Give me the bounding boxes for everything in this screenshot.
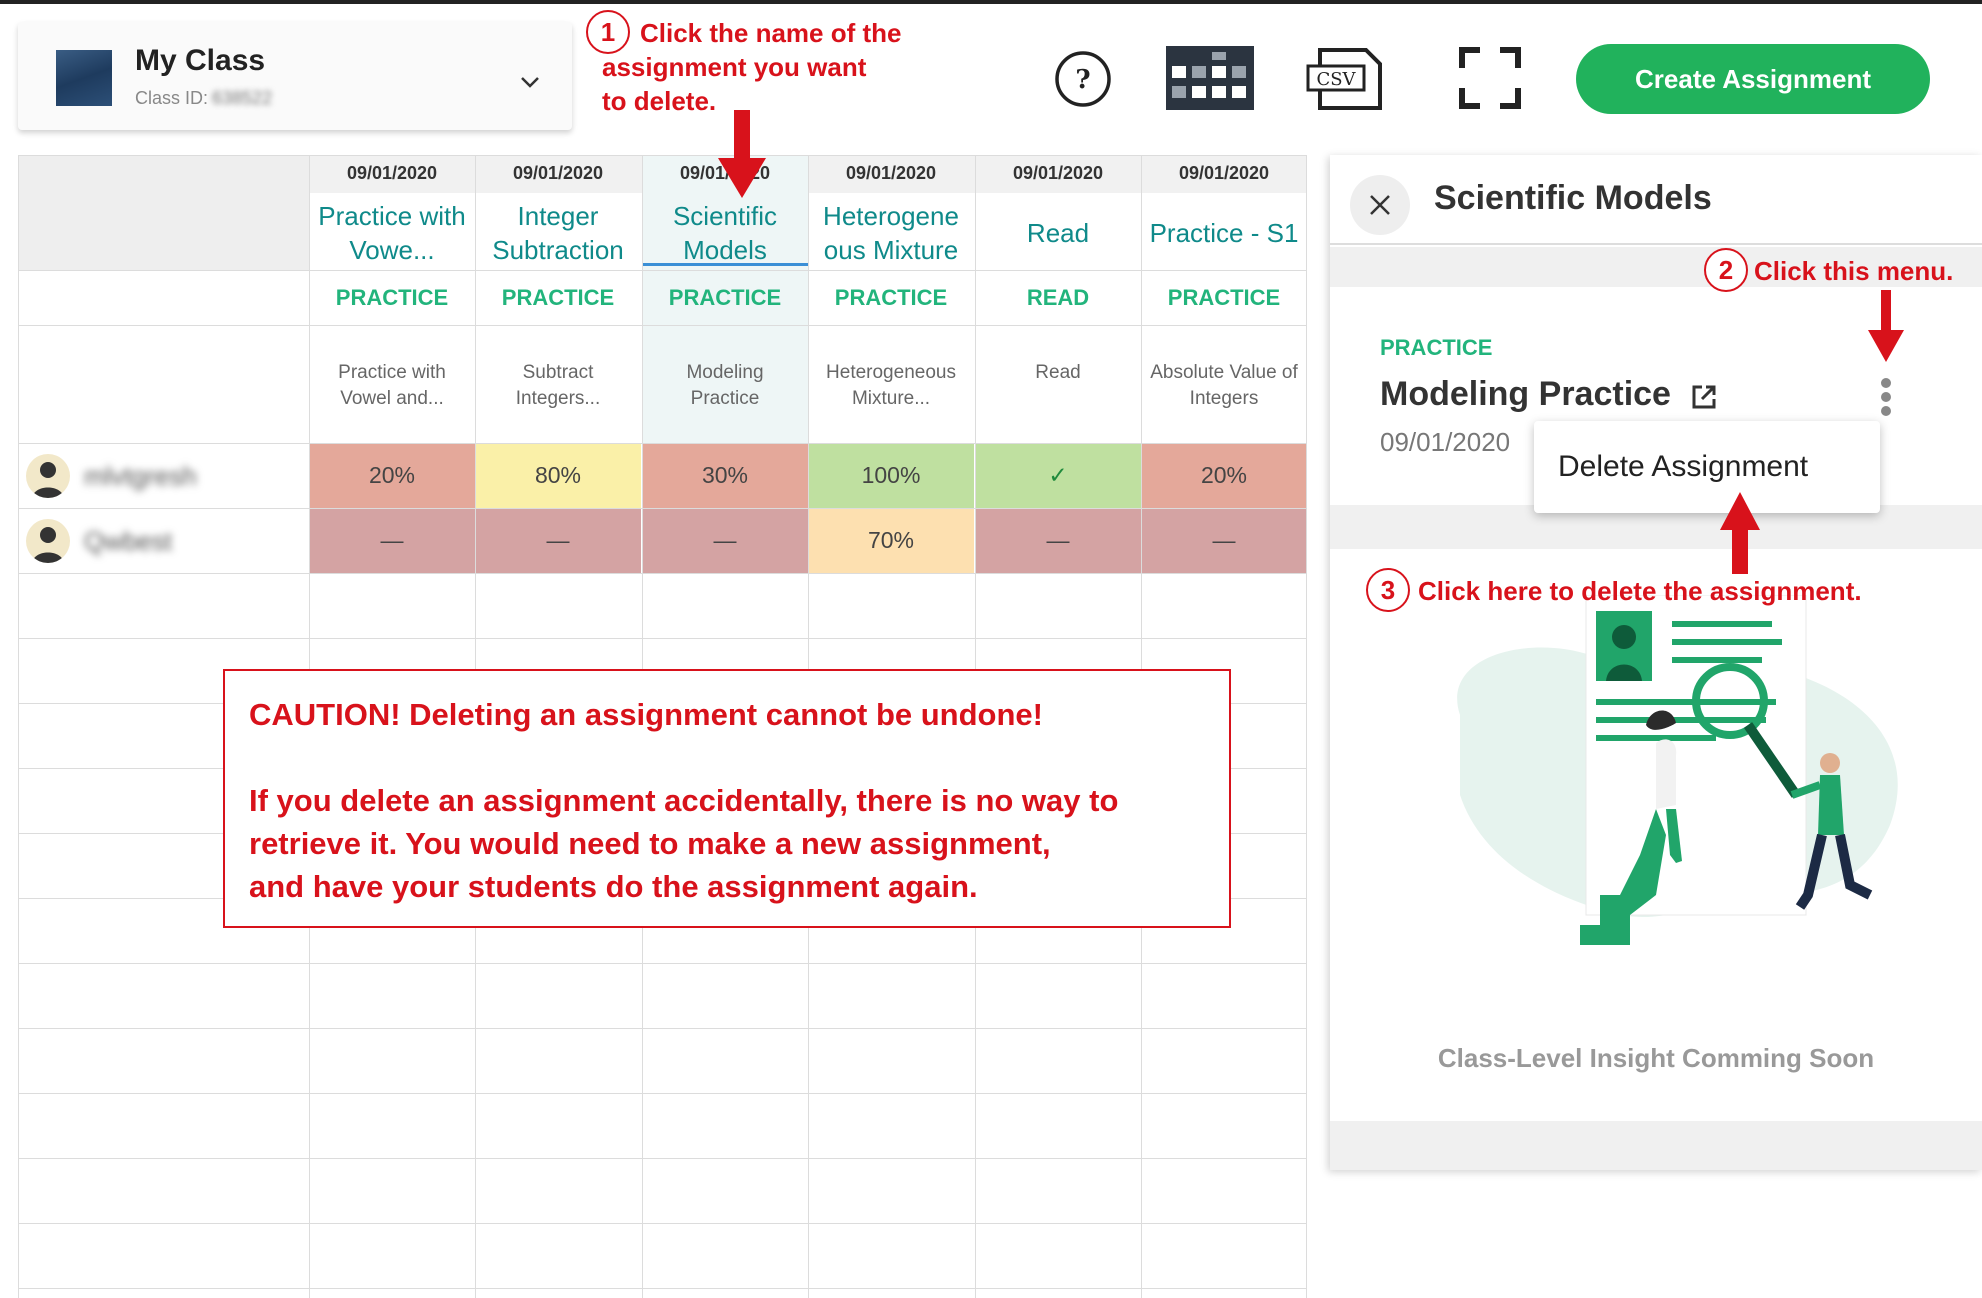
down-arrow-icon [1868, 290, 1904, 362]
research-illustration [1457, 595, 1898, 945]
assignment-description: Modeling Practice [686, 362, 764, 409]
student-name: mlvtgresh [84, 460, 197, 491]
score-cell[interactable]: — [475, 508, 641, 573]
step1-instruction: to delete. [602, 86, 717, 116]
score-cell[interactable]: 20% [1141, 443, 1307, 508]
score-cell[interactable]: 70% [808, 508, 974, 573]
assignment-title-link[interactable]: Integer Subtraction [479, 195, 637, 271]
grid-line [18, 1223, 1306, 1224]
csv-label: CSV [1316, 69, 1356, 90]
score-cell[interactable]: 30% [642, 443, 808, 508]
caution-box: CAUTION! Deleting an assignment cannot b… [223, 669, 1231, 928]
assignment-description: Heterogeneous Mixture... [826, 362, 956, 409]
create-assignment-button[interactable]: Create Assignment [1576, 44, 1930, 114]
assignment-title-link[interactable]: Heterogene ous Mixture [812, 195, 970, 271]
step-number-badge: 3 [1366, 568, 1410, 612]
avatar [26, 454, 70, 498]
assignment-type: PRACTICE [1380, 335, 1493, 360]
grid-line [18, 1093, 1306, 1094]
assignment-title-link[interactable]: Practice - S1 [1145, 195, 1303, 271]
step-number-badge: 2 [1704, 248, 1748, 292]
panel-footer [1330, 1121, 1982, 1170]
student-row[interactable]: Qwbest [18, 509, 309, 573]
assignment-type: PRACTICE [668, 285, 782, 310]
fullscreen-icon[interactable] [1458, 46, 1522, 110]
grid-line [18, 1028, 1306, 1029]
assignment-type: PRACTICE [335, 285, 449, 310]
grid-line [1306, 155, 1307, 1298]
step-number-badge: 1 [586, 10, 630, 54]
delete-assignment-menu-item[interactable]: Delete Assignment [1534, 421, 1880, 513]
score-cell[interactable]: 80% [475, 443, 641, 508]
panel-header: Scientific Models [1330, 155, 1982, 245]
assignment-description: Read [1035, 362, 1081, 383]
question-circle-icon[interactable]: ? [1054, 50, 1112, 108]
grid-line [18, 1288, 1306, 1289]
student-row[interactable]: mlvtgresh [18, 444, 309, 508]
up-arrow-icon [1720, 492, 1760, 574]
chevron-down-icon[interactable] [518, 70, 542, 94]
class-selector[interactable]: My Class Class ID: 638522 [18, 22, 572, 130]
grid-line [18, 963, 1306, 964]
assignment-type: PRACTICE [501, 285, 615, 310]
column-date: 09/01/2020 [1012, 163, 1104, 183]
column-date: 09/01/2020 [512, 163, 604, 183]
caution-line: retrieve it. You would need to make a ne… [249, 826, 1051, 861]
assignment-title-link[interactable]: Read [979, 195, 1137, 271]
caution-line: If you delete an assignment accidentally… [249, 783, 1119, 818]
column-date: 09/01/2020 [1178, 163, 1270, 183]
caution-line: and have your students do the assignment… [249, 869, 978, 904]
down-arrow-icon [718, 110, 766, 198]
column-date: 09/01/2020 [845, 163, 937, 183]
assignment-type: PRACTICE [834, 285, 948, 310]
class-id: Class ID: 638522 [135, 88, 272, 109]
assignment-name: Modeling Practice [1380, 375, 1671, 413]
score-cell[interactable]: — [309, 508, 475, 573]
grid-line [18, 155, 19, 1298]
kebab-menu-icon[interactable] [1876, 375, 1896, 423]
assignment-title-link[interactable]: Scientific Models [646, 195, 804, 271]
step1-instruction: assignment you want [602, 52, 867, 82]
assignment-type: PRACTICE [1167, 285, 1281, 310]
score-cell[interactable]: — [975, 508, 1141, 573]
grid-line [18, 270, 1306, 271]
step3-instruction: Click here to delete the assignment. [1418, 576, 1862, 606]
score-cell[interactable]: ✓ [975, 443, 1141, 508]
assignment-description: Absolute Value of Integers [1150, 362, 1298, 409]
assignment-date: 09/01/2020 [1380, 427, 1511, 457]
grid-line [18, 638, 1306, 639]
grid-line [18, 1158, 1306, 1159]
score-cell[interactable]: — [1141, 508, 1307, 573]
assignment-description: Practice with Vowel and... [338, 362, 446, 409]
avatar [26, 519, 70, 563]
close-icon [1370, 195, 1390, 215]
column-date: 09/01/2020 [346, 163, 438, 183]
top-border [0, 0, 1982, 4]
score-cell[interactable]: — [642, 508, 808, 573]
caution-line: CAUTION! Deleting an assignment cannot b… [249, 697, 1043, 732]
score-cell[interactable]: 100% [808, 443, 974, 508]
close-button[interactable] [1350, 175, 1410, 235]
grid-line [18, 155, 1306, 156]
class-id-value: 638522 [212, 88, 273, 108]
grid-line [18, 573, 1306, 574]
csv-export-icon[interactable]: CSV [1306, 46, 1384, 112]
assignment-description: Subtract Integers... [515, 362, 601, 409]
class-thumbnail [56, 50, 112, 106]
score-cell[interactable]: 20% [309, 443, 475, 508]
step2-instruction: Click this menu. [1754, 256, 1954, 286]
grid-header-corner [18, 155, 309, 270]
grid-view-icon[interactable] [1166, 46, 1254, 110]
panel-title: Scientific Models [1434, 179, 1712, 217]
class-name: My Class [135, 44, 266, 77]
step1-instruction: Click the name of the [640, 18, 902, 48]
svg-text:?: ? [1075, 65, 1090, 95]
grid-line [18, 325, 1306, 326]
student-name: Qwbest [84, 525, 173, 556]
assignment-type: READ [1026, 285, 1090, 310]
class-id-label: Class ID: [135, 88, 209, 108]
insight-placeholder: Class-Level Insight Comming Soon [1437, 1043, 1875, 1073]
external-link-icon[interactable] [1690, 383, 1718, 411]
assignment-title-link[interactable]: Practice with Vowe... [313, 195, 471, 271]
